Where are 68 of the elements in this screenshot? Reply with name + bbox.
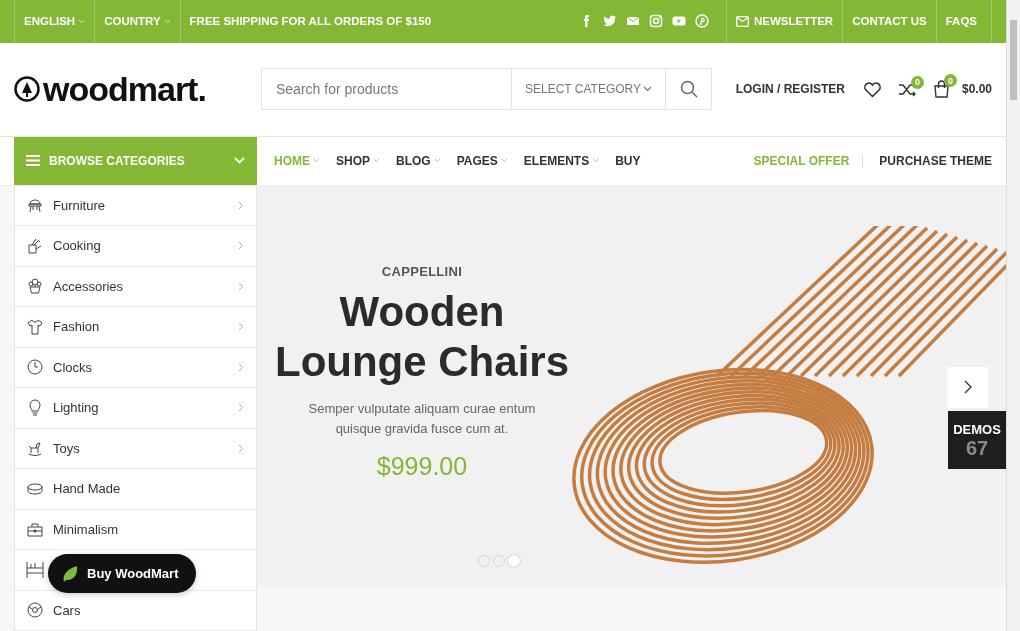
nav-menu-item[interactable]: PAGES xyxy=(456,153,508,168)
menu-icon xyxy=(26,155,40,167)
category-menu-item[interactable]: Lighting xyxy=(15,388,256,429)
category-menu-item[interactable]: Toys xyxy=(15,428,256,469)
category-menu-item[interactable]: Cooking xyxy=(15,226,256,267)
briefcase-icon xyxy=(26,520,44,539)
chevron-right-icon xyxy=(238,322,244,332)
caret-icon xyxy=(163,18,171,24)
caret-icon xyxy=(373,158,380,164)
category-menu-item[interactable]: Minimalism xyxy=(15,509,256,550)
purchase-theme-link[interactable]: PURCHASE THEME xyxy=(863,153,992,168)
search-icon xyxy=(679,80,698,99)
buy-woodmart-button[interactable]: Buy WoodMart xyxy=(48,554,197,593)
heart-icon[interactable] xyxy=(863,80,882,98)
logo-text[interactable]: woodmart. xyxy=(43,69,206,109)
shirt-icon xyxy=(26,317,44,336)
next-slide-button[interactable] xyxy=(947,366,988,408)
instagram-icon[interactable] xyxy=(647,13,664,30)
demos-button[interactable]: DEMOS 67 xyxy=(948,410,1006,469)
category-menu-item[interactable]: Hand Made xyxy=(15,469,256,510)
envelope-icon xyxy=(735,15,749,27)
tree-logo-icon xyxy=(14,76,40,103)
chair-icon xyxy=(26,196,44,215)
category-menu-item[interactable]: Fashion xyxy=(15,307,256,348)
category-menu-item[interactable]: Accessories xyxy=(15,266,256,307)
category-menu-item[interactable]: Furniture xyxy=(15,185,256,226)
knife-block-icon xyxy=(26,236,44,255)
chevron-down-icon xyxy=(234,157,245,165)
caret-icon xyxy=(313,158,320,164)
chevron-down-icon xyxy=(643,86,652,93)
shuffle-icon[interactable] xyxy=(898,81,917,97)
nav-menu-item[interactable]: BLOG xyxy=(396,153,441,168)
nav-menu-item[interactable]: ELEMENTS xyxy=(523,153,600,168)
chevron-right-icon xyxy=(238,200,244,210)
chevron-right-icon xyxy=(238,362,244,372)
hero-price: $999.00 xyxy=(376,451,468,481)
count-badge: 0 xyxy=(911,75,924,89)
hero-description: Semper vulputate aliquam curae entum quisque gravida fusce cum at. xyxy=(307,399,537,438)
tire-icon xyxy=(26,601,44,620)
brand-label: CAPPELLINI xyxy=(381,263,463,279)
category-menu-item[interactable]: Clocks xyxy=(15,347,256,388)
chevron-right-icon xyxy=(238,241,244,251)
chevron-right-icon xyxy=(238,403,244,413)
hero-title: Wooden Lounge Chairs xyxy=(274,286,570,387)
nav-menu-item[interactable]: SHOP xyxy=(336,153,380,168)
count-badge: 0 xyxy=(944,74,957,88)
leaf-icon xyxy=(62,564,78,583)
rocking-horse-icon xyxy=(26,439,44,458)
pinterest-icon[interactable] xyxy=(693,13,710,30)
caret-icon xyxy=(592,158,600,164)
caret-icon xyxy=(500,158,508,164)
shopping-bag-icon[interactable] xyxy=(933,80,950,99)
shelf-icon xyxy=(26,560,44,579)
login-register-link[interactable]: LOGIN / REGISTER xyxy=(735,82,845,97)
shipping-message: FREE SHIPPING FOR ALL ORDERS OF $150 xyxy=(189,15,432,28)
caret-icon xyxy=(433,158,441,164)
nav-menu-item[interactable]: BUY xyxy=(615,153,641,168)
demo-count: 67 xyxy=(965,437,989,458)
scrollbar[interactable] xyxy=(1006,0,1020,631)
cart-total[interactable]: $0.00 xyxy=(962,82,992,97)
chevron-right-icon xyxy=(238,443,244,453)
chevron-right-icon xyxy=(963,380,972,394)
chevron-right-icon xyxy=(238,281,244,291)
search-field[interactable]: Search for products SELECT CATEGORY xyxy=(261,68,712,111)
clock-icon xyxy=(26,358,44,377)
potted-plant-icon xyxy=(26,277,44,296)
light-bulb-icon xyxy=(26,398,44,417)
caret-icon xyxy=(78,18,86,24)
